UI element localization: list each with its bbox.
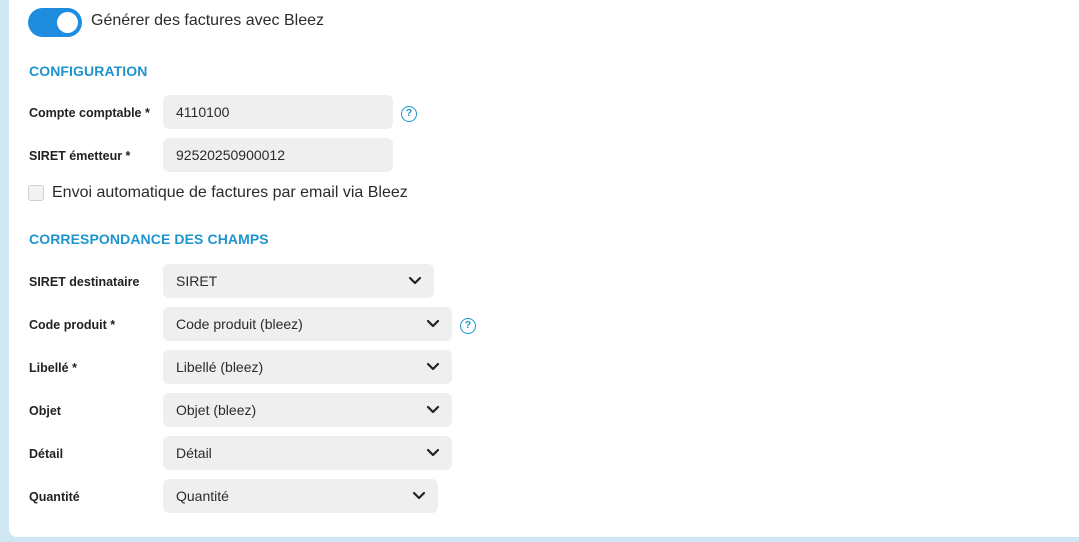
generate-invoices-toggle[interactable] (28, 8, 82, 37)
quantite-label: Quantité (29, 490, 80, 504)
configuration-title: CONFIGURATION (29, 63, 148, 79)
quantite-value: Quantité (176, 488, 229, 504)
auto-email-label: Envoi automatique de factures par email … (52, 184, 408, 201)
code-produit-help-icon[interactable]: ? (460, 318, 476, 334)
code-produit-label: Code produit * (29, 318, 116, 332)
detail-label: Détail (29, 447, 64, 461)
objet-select[interactable]: Objet (bleez) (163, 393, 452, 427)
siret-emetteur-input[interactable]: 92520250900012 (163, 138, 393, 172)
libelle-value: Libellé (bleez) (176, 359, 264, 375)
chevron-down-icon (426, 405, 440, 414)
siret-destinataire-value: SIRET (176, 273, 218, 289)
code-produit-select[interactable]: Code produit (bleez) (163, 307, 452, 341)
siret-destinataire-select[interactable]: SIRET (163, 264, 434, 298)
compte-comptable-label: Compte comptable * (29, 106, 150, 120)
code-produit-value: Code produit (bleez) (176, 316, 303, 332)
detail-select[interactable]: Détail (163, 436, 452, 470)
objet-label: Objet (29, 404, 61, 418)
chevron-down-icon (412, 491, 426, 500)
compte-comptable-help-icon[interactable]: ? (401, 106, 417, 122)
auto-email-checkbox[interactable] (28, 185, 44, 201)
objet-value: Objet (bleez) (176, 402, 257, 418)
chevron-down-icon (408, 276, 422, 285)
libelle-label: Libellé * (29, 361, 77, 375)
mapping-title: CORRESPONDANCE DES CHAMPS (29, 231, 269, 247)
siret-destinataire-label: SIRET destinataire (29, 275, 140, 289)
quantite-select[interactable]: Quantité (163, 479, 438, 513)
libelle-select[interactable]: Libellé (bleez) (163, 350, 452, 384)
detail-value: Détail (176, 445, 212, 461)
chevron-down-icon (426, 448, 440, 457)
toggle-label: Générer des factures avec Bleez (91, 12, 325, 29)
chevron-down-icon (426, 319, 440, 328)
compte-comptable-input[interactable]: 4110100 (163, 95, 393, 129)
toggle-knob (57, 12, 78, 33)
siret-emetteur-label: SIRET émetteur * (29, 149, 131, 163)
chevron-down-icon (426, 362, 440, 371)
